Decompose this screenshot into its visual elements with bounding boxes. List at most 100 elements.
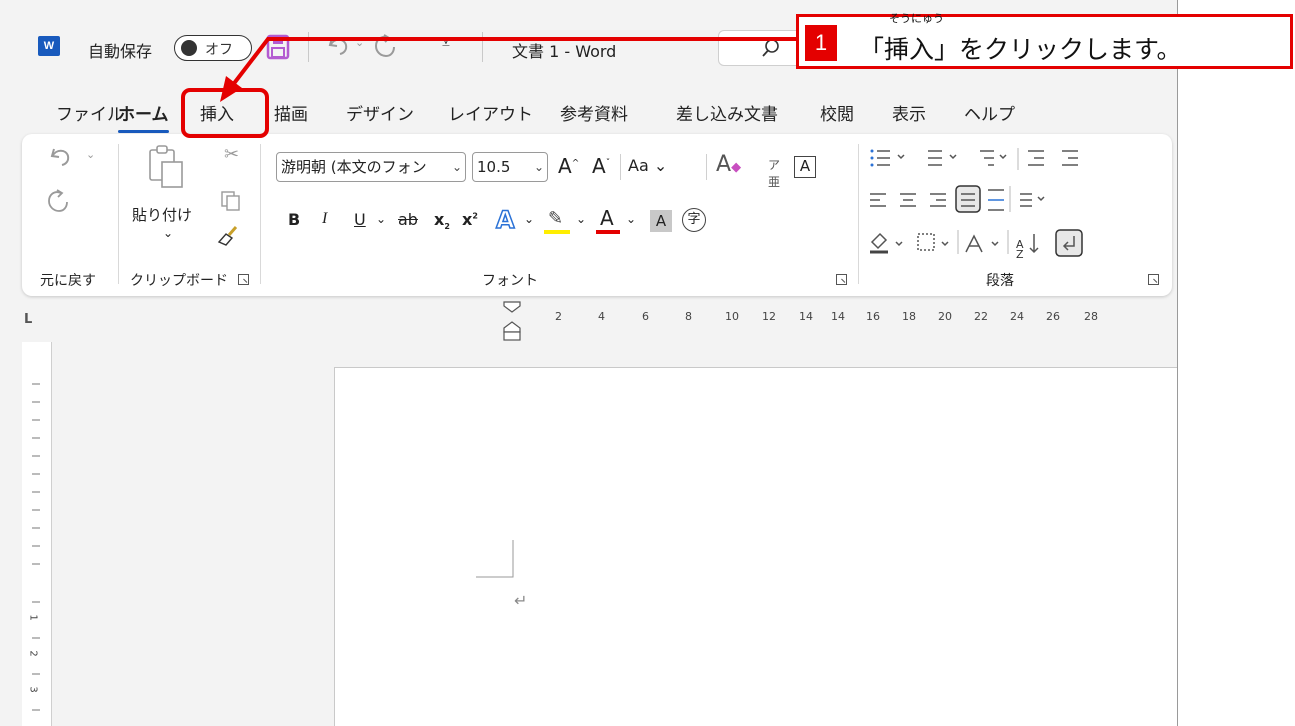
superscript-button[interactable]: x2 bbox=[462, 210, 478, 229]
undo-dropdown-icon[interactable]: ⌄ bbox=[355, 36, 364, 49]
ruler-tick: 8 bbox=[685, 310, 692, 323]
grow-font-icon[interactable]: A^ bbox=[558, 154, 579, 178]
ruler-tick: 28 bbox=[1084, 310, 1098, 323]
underline-dropdown-icon[interactable]: ⌄ bbox=[376, 212, 386, 226]
tab-file[interactable]: ファイル bbox=[56, 100, 124, 125]
tab-mailings[interactable]: 差し込み文書 bbox=[676, 100, 778, 125]
undo-icon[interactable] bbox=[326, 34, 352, 58]
autosave-toggle[interactable]: オフ bbox=[174, 35, 252, 61]
font-color-dropdown-icon[interactable]: ⌄ bbox=[626, 212, 636, 226]
paste-icon[interactable] bbox=[146, 144, 186, 190]
ribbon-undo-icon[interactable] bbox=[48, 146, 72, 168]
ribbon-redo-icon[interactable] bbox=[46, 188, 70, 214]
tab-selector-icon: L bbox=[24, 312, 33, 327]
font-name-value: 游明朝 (本文のフォン bbox=[281, 158, 427, 176]
highlight-color-icon[interactable]: ✎ bbox=[544, 208, 574, 234]
tab-view[interactable]: 表示 bbox=[892, 100, 926, 125]
subscript-button[interactable]: x2 bbox=[434, 210, 450, 231]
paragraph-group-label: 段落 bbox=[986, 273, 1014, 289]
paste-dropdown-icon[interactable]: ⌄ bbox=[163, 226, 173, 240]
bold-button[interactable]: B bbox=[288, 210, 300, 229]
format-painter-icon[interactable] bbox=[216, 224, 240, 246]
strikethrough-button[interactable]: ab bbox=[398, 210, 418, 229]
clipboard-launcher-icon[interactable] bbox=[238, 274, 249, 285]
tab-references[interactable]: 参考資料 bbox=[560, 100, 628, 125]
tab-home[interactable]: ホーム bbox=[118, 100, 169, 133]
text-effects-icon[interactable]: A bbox=[495, 205, 515, 235]
paragraph-launcher-icon[interactable] bbox=[1148, 274, 1159, 285]
clipboard-group-label: クリップボード bbox=[130, 273, 228, 289]
undo-group-label: 元に戻す bbox=[40, 273, 96, 289]
clear-formatting-icon[interactable]: A◆ bbox=[716, 152, 741, 177]
font-size-dropdown-icon[interactable]: ⌄ bbox=[534, 153, 544, 181]
autosave-state: オフ bbox=[205, 42, 233, 58]
copy-icon[interactable] bbox=[220, 190, 242, 212]
word-window: W 自動保存 オフ ⌄ ⩡ 文書 1 - Word ファイル ホーム 挿入 描画… bbox=[0, 0, 1178, 726]
ruler-tick: 22 bbox=[974, 310, 988, 323]
ruler-tick: 14 bbox=[831, 310, 845, 323]
text-effects-dropdown-icon[interactable]: ⌄ bbox=[524, 212, 534, 226]
svg-text:Z: Z bbox=[1016, 248, 1024, 261]
indent-marker-icon[interactable] bbox=[500, 298, 524, 342]
customize-toolbar-icon[interactable]: ⩡ bbox=[442, 36, 450, 52]
cut-icon[interactable]: ✂ bbox=[224, 144, 239, 165]
font-divider bbox=[620, 154, 621, 180]
tab-layout[interactable]: レイアウト bbox=[448, 100, 533, 125]
horizontal-ruler[interactable]: 2 4 6 8 10 12 14 16 18 20 22 24 26 28 14 bbox=[52, 296, 1177, 342]
ruler-tick: 18 bbox=[902, 310, 916, 323]
ruler-tick: 26 bbox=[1046, 310, 1060, 323]
ruler-tick: 2 bbox=[555, 310, 562, 323]
ruler-tick: 14 bbox=[799, 310, 813, 323]
char-shading-icon[interactable]: A bbox=[650, 210, 672, 232]
phonetic-guide-icon[interactable]: ア亜 bbox=[768, 156, 780, 190]
ruler-tick: 6 bbox=[642, 310, 649, 323]
highlight-dropdown-icon[interactable]: ⌄ bbox=[576, 212, 586, 226]
font-color-icon[interactable]: A bbox=[596, 206, 622, 234]
font-group-label: フォント bbox=[482, 273, 538, 289]
underline-button[interactable]: U bbox=[354, 210, 366, 229]
vertical-ruler-number: 1 bbox=[27, 614, 39, 621]
paste-label[interactable]: 貼り付け bbox=[132, 204, 192, 225]
font-size-combo[interactable]: 10.5 ⌄ bbox=[472, 152, 548, 182]
document-title: 文書 1 - Word bbox=[512, 42, 617, 61]
insert-tab-highlight bbox=[181, 88, 269, 138]
font-launcher-icon[interactable] bbox=[836, 274, 847, 285]
search-box[interactable] bbox=[718, 30, 808, 66]
instruction-text: 「挿入」をクリックします。 bbox=[859, 35, 1182, 64]
vertical-ruler[interactable]: 1 2 3 bbox=[22, 342, 52, 726]
save-icon[interactable] bbox=[266, 34, 290, 60]
italic-button[interactable]: I bbox=[322, 210, 327, 228]
ruler-tick: 20 bbox=[938, 310, 952, 323]
margin-corner-mark bbox=[476, 540, 514, 578]
tab-design[interactable]: デザイン bbox=[346, 100, 414, 125]
vertical-ruler-ticks bbox=[32, 383, 40, 711]
document-page[interactable] bbox=[334, 367, 1177, 726]
font-name-dropdown-icon[interactable]: ⌄ bbox=[452, 153, 462, 181]
tab-draw[interactable]: 描画 bbox=[274, 100, 308, 125]
shrink-font-icon[interactable]: Aˇ bbox=[592, 154, 610, 178]
ribbon-tabs: ファイル ホーム 挿入 描画 デザイン レイアウト 参考資料 差し込み文書 校閲… bbox=[0, 86, 1177, 134]
redo-icon[interactable] bbox=[372, 32, 398, 60]
ruler-tick: 16 bbox=[866, 310, 880, 323]
ribbon-home: ⌄ 元に戻す 貼り付け ⌄ ✂ クリップボード 游明朝 (本文のフォン ⌄ 10… bbox=[22, 134, 1172, 296]
instruction-callout: 1 そうにゅう 「挿入」をクリックします。 bbox=[796, 12, 1293, 69]
tab-selector[interactable]: L bbox=[0, 296, 52, 342]
ruler-tick: 10 bbox=[725, 310, 739, 323]
paragraph-mark: ↵ bbox=[514, 591, 528, 610]
furigana: そうにゅう bbox=[889, 12, 944, 25]
tab-help[interactable]: ヘルプ bbox=[964, 100, 1015, 125]
font-size-value: 10.5 bbox=[477, 158, 511, 176]
ribbon-undo-dropdown-icon[interactable]: ⌄ bbox=[86, 148, 95, 161]
char-border-icon[interactable]: A bbox=[794, 156, 816, 178]
group-separator bbox=[858, 144, 859, 284]
group-separator bbox=[118, 144, 119, 284]
font-name-combo[interactable]: 游明朝 (本文のフォン ⌄ bbox=[276, 152, 466, 182]
title-divider-2 bbox=[482, 32, 483, 62]
paragraph-controls-icon[interactable]: A Z bbox=[868, 146, 1168, 266]
word-logo-icon: W bbox=[38, 36, 65, 56]
change-case-icon[interactable]: Aa ⌄ bbox=[628, 156, 667, 175]
ruler-tick: 4 bbox=[598, 310, 605, 323]
tab-review[interactable]: 校閲 bbox=[820, 100, 854, 125]
vertical-ruler-number: 3 bbox=[27, 686, 39, 693]
enclose-char-icon[interactable]: 字 bbox=[682, 208, 706, 232]
